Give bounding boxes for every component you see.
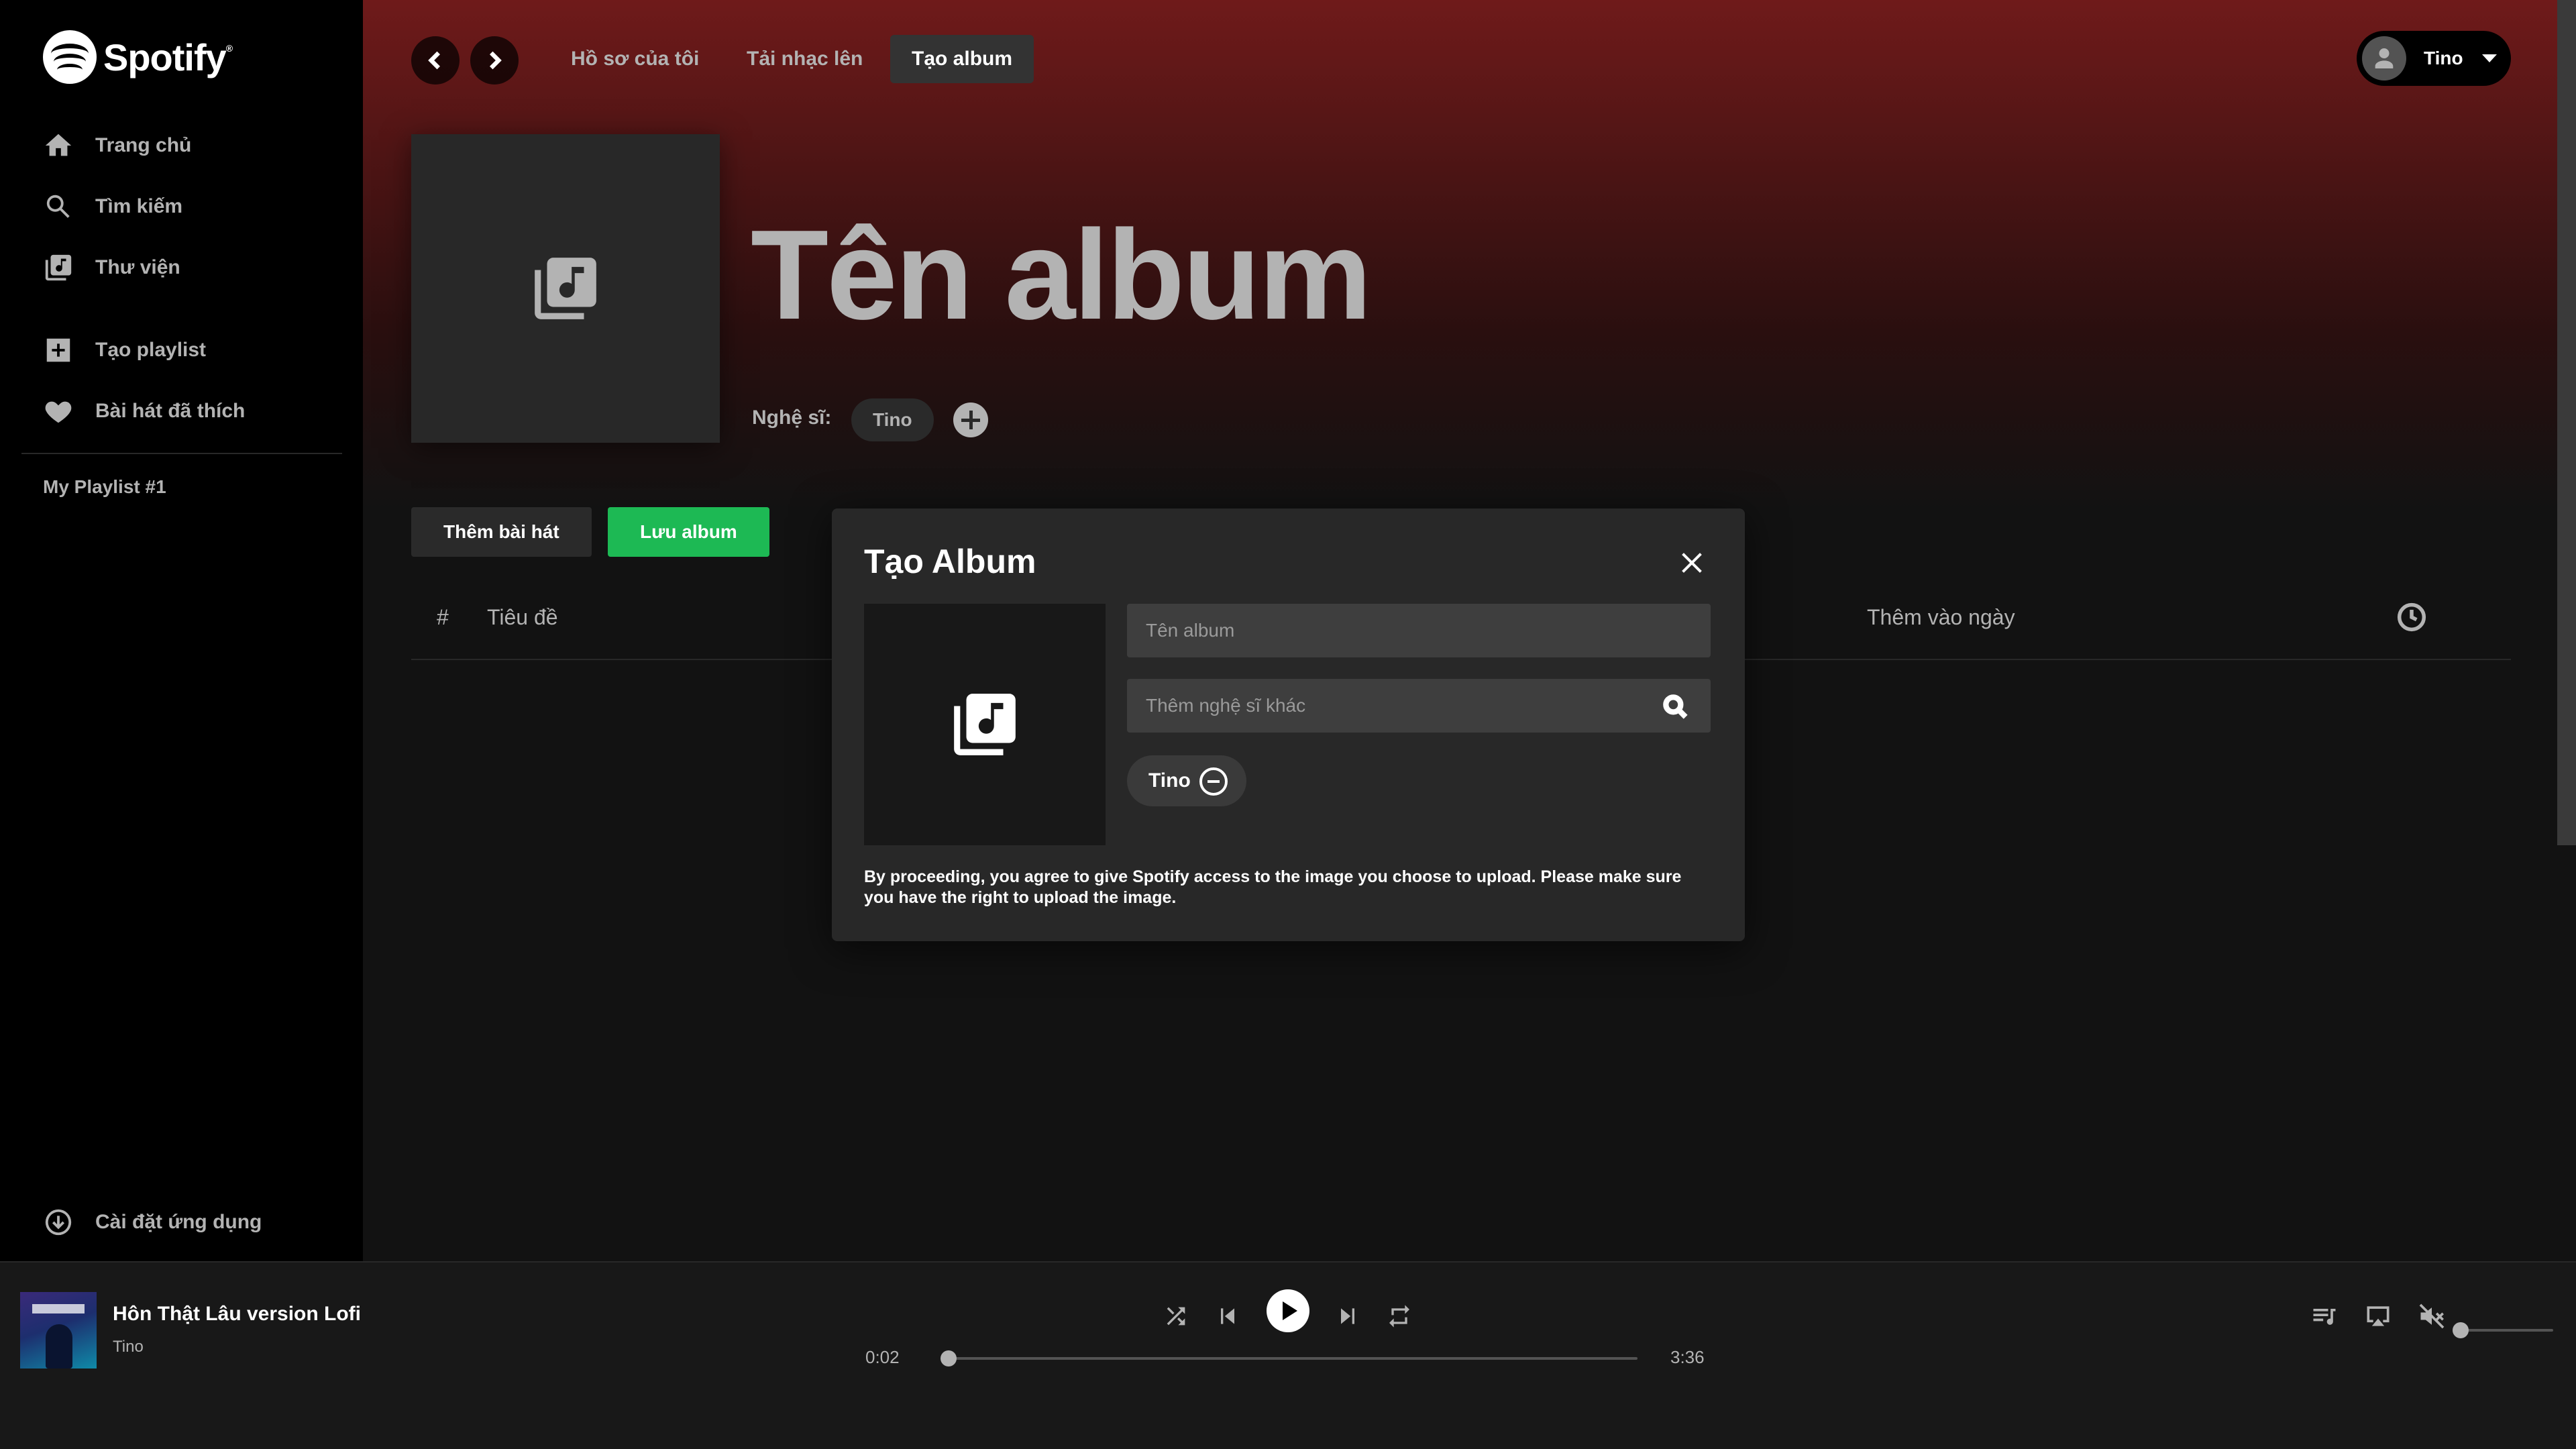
repeat-icon xyxy=(1389,1305,1409,1328)
add-song-button[interactable]: Thêm bài hát xyxy=(411,507,592,557)
sidebar-playlist-item[interactable]: My Playlist #1 xyxy=(43,476,166,498)
nav-search-label: Tìm kiếm xyxy=(95,195,183,217)
progress-handle[interactable] xyxy=(941,1350,957,1366)
nav-library[interactable]: Thư viện xyxy=(43,246,352,289)
add-artist-button[interactable] xyxy=(953,402,988,437)
plus-square-icon xyxy=(43,335,74,366)
artist-chip[interactable]: Tino xyxy=(851,398,934,441)
search-icon xyxy=(43,191,74,222)
play-button[interactable] xyxy=(1267,1289,1309,1332)
download-circle-icon xyxy=(43,1207,74,1238)
create-playlist-button[interactable]: Tạo playlist xyxy=(43,329,352,372)
artist-search-input[interactable] xyxy=(1128,680,1709,731)
spotify-logo-icon xyxy=(43,30,97,84)
upload-disclaimer: By proceeding, you agree to give Spotify… xyxy=(864,867,1682,907)
queue-button[interactable] xyxy=(2310,1301,2339,1331)
user-name: Tino xyxy=(2424,48,2463,68)
album-cover[interactable] xyxy=(411,134,720,443)
save-album-button[interactable]: Lưu album xyxy=(608,507,769,557)
liked-songs-button[interactable]: Bài hát đã thích xyxy=(43,390,352,433)
dialog-title: Tạo Album xyxy=(864,543,1036,580)
forward-button[interactable] xyxy=(470,36,519,85)
search-icon[interactable] xyxy=(1661,692,1690,722)
artist-search-field xyxy=(1127,679,1711,733)
user-icon xyxy=(2375,48,2394,68)
nav-search[interactable]: Tìm kiếm xyxy=(43,185,352,228)
progress-bar[interactable] xyxy=(941,1350,1638,1366)
user-menu[interactable]: Tino xyxy=(2357,31,2511,86)
library-icon xyxy=(43,252,74,283)
sidebar: Spotify® Trang chủ Tìm kiếm Thư viện Tạo… xyxy=(0,0,363,1261)
shuffle-button[interactable] xyxy=(1161,1301,1191,1331)
next-button[interactable] xyxy=(1333,1301,1362,1331)
home-icon xyxy=(43,130,74,161)
music-library-icon xyxy=(535,258,596,319)
now-playing-artist[interactable]: Tino xyxy=(113,1338,144,1356)
close-icon[interactable] xyxy=(1679,550,1705,576)
elapsed-time: 0:02 xyxy=(865,1347,900,1367)
tab-upload[interactable]: Tải nhạc lên xyxy=(725,35,884,83)
nav-home[interactable]: Trang chủ xyxy=(43,124,352,167)
album-title[interactable]: Tên album xyxy=(751,211,1372,339)
mute-button[interactable] xyxy=(2417,1301,2447,1331)
remove-circle-icon[interactable] xyxy=(1199,767,1228,796)
nav-library-label: Thư viện xyxy=(95,256,180,278)
avatar xyxy=(2362,36,2406,80)
now-playing-cover[interactable] xyxy=(20,1292,97,1368)
artist-label: Nghệ sĩ: xyxy=(752,407,832,429)
music-library-icon xyxy=(954,694,1016,755)
install-app-button[interactable]: Cài đặt ứng dụng xyxy=(43,1201,352,1244)
tab-profile[interactable]: Hồ sơ của tôi xyxy=(549,35,720,83)
shuffle-icon xyxy=(1167,1307,1185,1326)
selected-artist-name: Tino xyxy=(1148,769,1191,792)
device-icon xyxy=(2367,1306,2390,1326)
column-number: # xyxy=(437,605,449,629)
chevron-left-icon xyxy=(428,51,440,70)
repeat-button[interactable] xyxy=(1385,1301,1414,1331)
clock-icon xyxy=(2397,602,2426,632)
album-name-input[interactable] xyxy=(1128,605,1709,656)
selected-artist-chip: Tino xyxy=(1127,755,1246,806)
album-name-field xyxy=(1127,604,1711,657)
column-title: Tiêu đề xyxy=(487,605,558,629)
sidebar-divider xyxy=(21,453,342,454)
now-playing-title[interactable]: Hôn Thật Lâu version Lofi xyxy=(113,1303,361,1326)
chevron-right-icon xyxy=(490,51,502,70)
spotify-logo[interactable]: Spotify® xyxy=(43,30,233,84)
duration-time: 3:36 xyxy=(1670,1347,1705,1367)
tab-create-album[interactable]: Tạo album xyxy=(890,35,1034,83)
skip-previous-icon xyxy=(1221,1308,1234,1324)
column-date-added: Thêm vào ngày xyxy=(1867,605,2015,629)
connect-device-button[interactable] xyxy=(2363,1301,2393,1331)
heart-icon xyxy=(43,396,74,427)
volume-handle[interactable] xyxy=(2453,1322,2469,1338)
back-button[interactable] xyxy=(411,36,460,85)
brand-name: Spotify xyxy=(103,36,227,78)
player-bar: Hôn Thật Lâu version Lofi Tino 0:02 3:36 xyxy=(0,1261,2576,1449)
previous-button[interactable] xyxy=(1213,1301,1242,1331)
volume-slider[interactable] xyxy=(2453,1322,2553,1338)
cover-upload[interactable] xyxy=(864,604,1106,845)
skip-next-icon xyxy=(1341,1308,1354,1324)
volume-muted-icon xyxy=(2419,1303,2445,1329)
main-scrollbar[interactable] xyxy=(2557,0,2576,845)
create-playlist-label: Tạo playlist xyxy=(95,339,207,361)
caret-down-icon xyxy=(2481,54,2497,62)
install-app-label: Cài đặt ứng dụng xyxy=(95,1211,262,1233)
queue-icon xyxy=(2313,1309,2336,1325)
liked-songs-label: Bài hát đã thích xyxy=(95,400,246,422)
nav-home-label: Trang chủ xyxy=(95,134,192,156)
create-album-dialog: Tạo Album Tino By proceeding, you agree … xyxy=(832,508,1745,941)
